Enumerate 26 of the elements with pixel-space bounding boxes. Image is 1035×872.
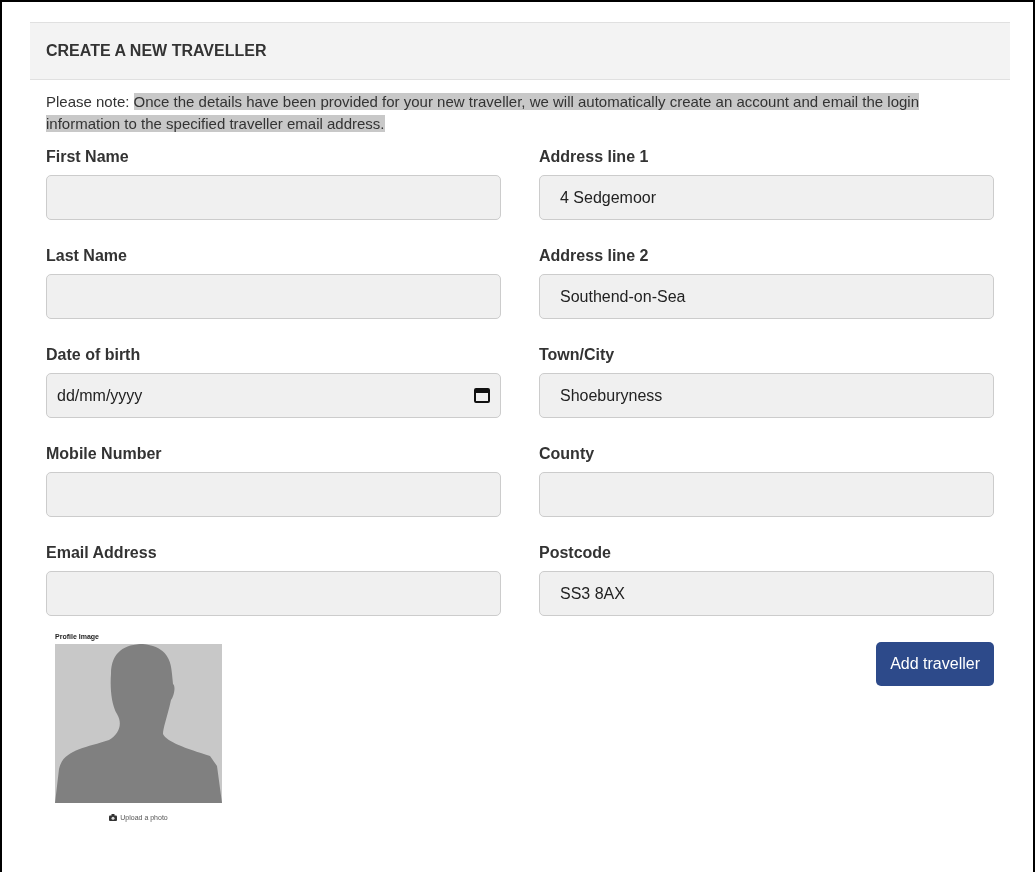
input-field[interactable] [46, 571, 501, 616]
input-field[interactable]: 4 Sedgemoor [539, 175, 994, 220]
input-field[interactable]: Southend-on-Sea [539, 274, 994, 319]
input-field[interactable]: SS3 8AX [539, 571, 994, 616]
field-label: Mobile Number [46, 444, 163, 464]
add-traveller-button[interactable]: Add traveller [876, 642, 994, 686]
note-text: Please note: Once the details have been provided for your new traveller, we will automatically create an account and email the login information to the specified traveller email address. [46, 92, 921, 134]
input-field[interactable] [46, 274, 501, 319]
field-label: First Name [46, 147, 130, 167]
field-label: Last Name [46, 246, 128, 266]
field-label: Address line 1 [539, 147, 650, 167]
field-label: Postcode [539, 543, 612, 563]
field-label: County [539, 444, 596, 464]
input-field[interactable] [46, 472, 501, 517]
field-label: Address line 2 [539, 246, 650, 266]
field-label: Town/City [539, 345, 616, 365]
calendar-icon[interactable] [473, 386, 491, 404]
panel-title: CREATE A NEW TRAVELLER [46, 41, 267, 61]
profile-placeholder-drawing[interactable] [55, 643, 222, 803]
field-label: Email Address [46, 543, 158, 563]
input-field[interactable] [539, 472, 994, 517]
date-field[interactable]: dd/mm/yyyy [46, 373, 501, 418]
field-label: Date of birth [46, 345, 142, 365]
input-field[interactable]: Shoeburyness [539, 373, 994, 418]
input-field[interactable] [46, 175, 501, 220]
camera-icon [109, 814, 118, 822]
